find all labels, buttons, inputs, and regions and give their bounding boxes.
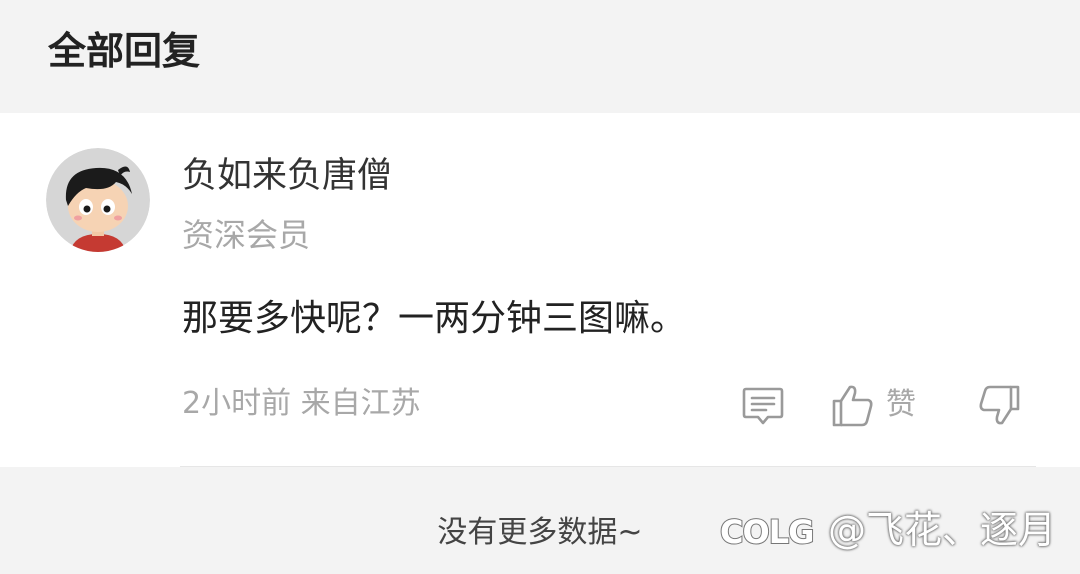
watermark-text: @飞花、逐月 — [828, 508, 1057, 552]
reply-button[interactable] — [740, 383, 786, 429]
reply-card: 负如来负唐僧 资深会员 那要多快呢？一两分钟三图嘛。 2小时前 来自江苏 赞 — [0, 113, 1080, 467]
username[interactable]: 负如来负唐僧 — [182, 153, 392, 199]
dislike-button[interactable] — [976, 381, 1024, 429]
like-button[interactable] — [828, 381, 876, 429]
avatar-cartoon-icon — [46, 148, 150, 252]
svg-text:COLG: COLG — [720, 513, 813, 551]
avatar[interactable] — [46, 148, 150, 252]
page-title: 全部回复 — [48, 29, 201, 73]
divider — [180, 466, 1036, 467]
reply-meta: 2小时前 来自江苏 — [182, 386, 421, 421]
member-badge: 资深会员 — [182, 216, 311, 254]
thumbs-up-icon — [832, 385, 873, 427]
thumbs-down-icon — [979, 385, 1020, 425]
page-header: 全部回复 — [0, 0, 1080, 113]
reply-content: 那要多快呢？一两分钟三图嘛。 — [182, 298, 687, 339]
watermark: COLG @飞花、逐月 — [718, 500, 1056, 560]
colg-logo-icon: COLG — [719, 512, 815, 552]
like-label[interactable]: 赞 — [886, 385, 916, 425]
comment-icon — [742, 387, 784, 425]
